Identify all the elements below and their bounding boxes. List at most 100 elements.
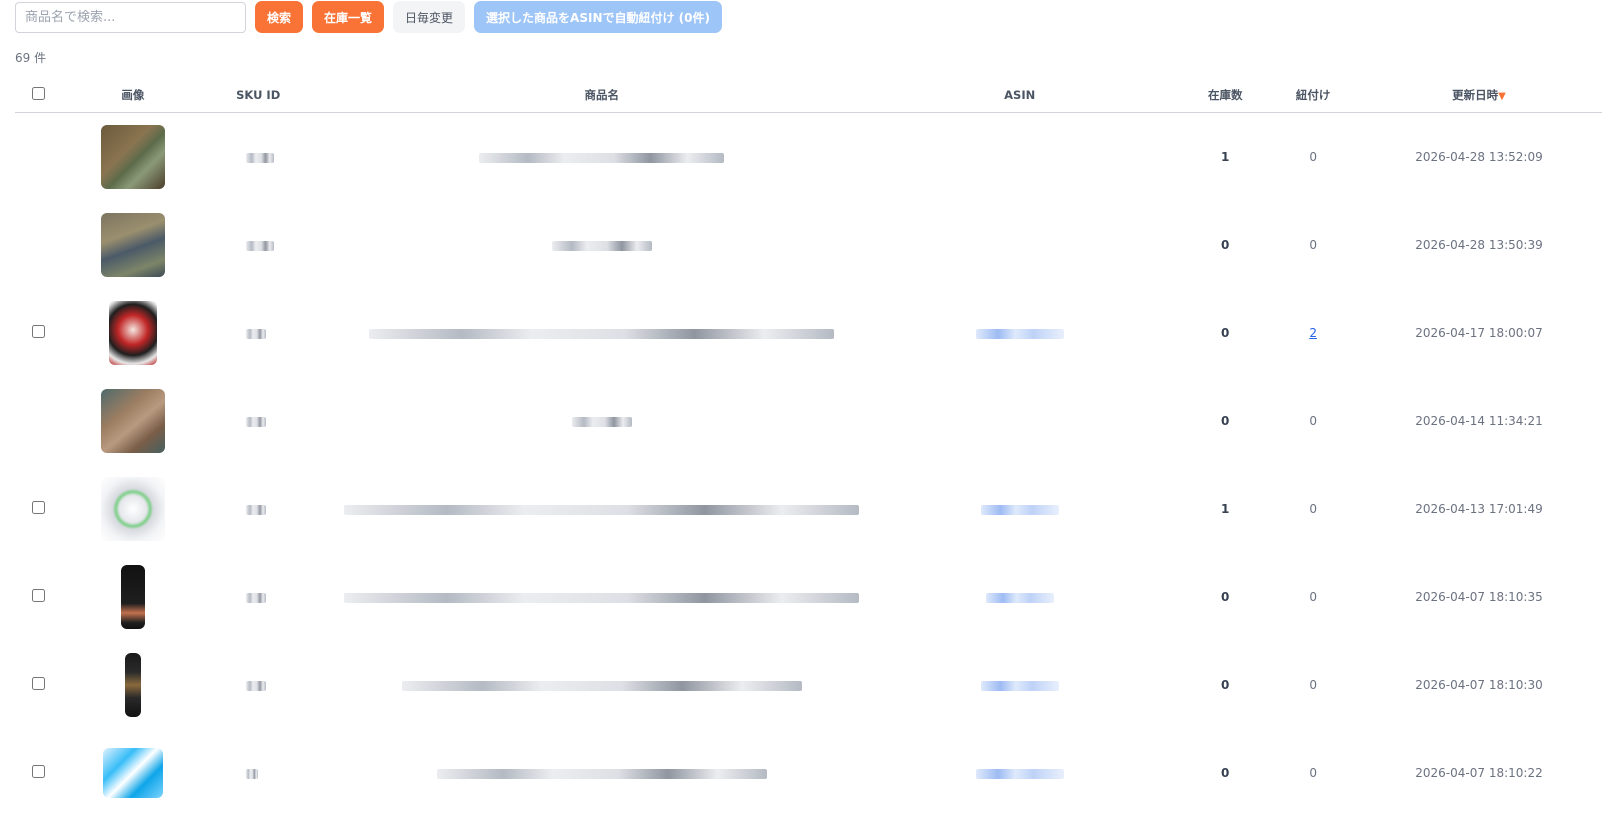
search-button[interactable]: 検索 xyxy=(255,1,304,33)
stock-cell: 0 xyxy=(1221,238,1230,252)
table-row: 0 0 2026-04-07 18:10:35 xyxy=(15,553,1602,641)
asin-cell xyxy=(859,553,1180,641)
sku-cell xyxy=(203,201,344,289)
search-input[interactable] xyxy=(15,1,246,33)
sku-cell xyxy=(203,729,344,817)
row-select-cell xyxy=(15,641,63,729)
product-image xyxy=(124,653,141,717)
name-redacted xyxy=(479,152,725,163)
product-image-cell xyxy=(63,641,203,729)
stock-cell: 1 xyxy=(1221,502,1230,516)
asin-cell xyxy=(859,729,1180,817)
name-redacted xyxy=(344,592,860,603)
stock-cell: 1 xyxy=(1221,150,1230,164)
updated-at-cell: 2026-04-07 18:10:22 xyxy=(1415,766,1543,780)
linked-count-cell: 0 xyxy=(1309,502,1317,516)
asin-redacted xyxy=(975,328,1064,339)
row-checkbox[interactable] xyxy=(32,765,46,778)
auto-link-asin-button[interactable]: 選択した商品をASINで自動紐付け (0件) xyxy=(474,1,722,33)
row-select-cell xyxy=(15,113,63,202)
row-select-cell xyxy=(15,729,63,817)
product-image xyxy=(100,213,165,277)
row-checkbox[interactable] xyxy=(32,589,46,602)
table-header-row: 画像 SKU ID 商品名 ASIN 在庫数 紐付け 更新日時▼ xyxy=(15,77,1602,113)
product-name-cell xyxy=(344,377,859,465)
asin-redacted xyxy=(980,504,1059,515)
sku-redacted xyxy=(246,680,267,691)
table-row: 0 2 2026-04-17 18:00:07 xyxy=(15,289,1602,377)
asin-cell xyxy=(859,201,1180,289)
sku-cell xyxy=(203,113,344,202)
sku-cell xyxy=(203,289,344,377)
daily-change-button[interactable]: 日毎変更 xyxy=(393,1,466,33)
asin-redacted xyxy=(975,768,1064,779)
header-linked: 紐付け xyxy=(1270,77,1356,113)
name-redacted xyxy=(369,328,835,339)
name-redacted xyxy=(436,768,767,779)
sku-redacted xyxy=(246,240,275,251)
sku-cell xyxy=(203,465,344,553)
product-name-cell xyxy=(344,113,859,202)
header-updated[interactable]: 更新日時▼ xyxy=(1355,77,1602,113)
stock-cell: 0 xyxy=(1221,766,1230,780)
sku-redacted xyxy=(246,416,267,427)
linked-count-cell: 0 xyxy=(1309,150,1317,164)
product-image-cell xyxy=(63,201,203,289)
updated-at-cell: 2026-04-17 18:00:07 xyxy=(1415,326,1543,340)
linked-count-cell: 2 xyxy=(1270,289,1356,377)
row-select-cell xyxy=(15,465,63,553)
product-image-cell xyxy=(63,465,203,553)
inventory-table: 画像 SKU ID 商品名 ASIN 在庫数 紐付け 更新日時▼ 1 0 202… xyxy=(15,77,1602,817)
asin-redacted xyxy=(980,680,1059,691)
row-checkbox[interactable] xyxy=(32,677,46,690)
linked-count-cell: 0 xyxy=(1309,238,1317,252)
updated-at-cell: 2026-04-07 18:10:35 xyxy=(1415,590,1543,604)
header-name: 商品名 xyxy=(344,77,860,113)
row-select-cell xyxy=(15,553,63,641)
sku-redacted xyxy=(246,592,267,603)
row-checkbox[interactable] xyxy=(32,501,46,514)
linked-count-link[interactable]: 2 xyxy=(1309,326,1317,340)
product-name-cell xyxy=(344,641,859,729)
product-name-cell xyxy=(344,553,860,641)
header-image: 画像 xyxy=(62,77,204,113)
sku-cell xyxy=(203,377,344,465)
product-image-cell xyxy=(63,289,203,377)
sku-redacted xyxy=(246,328,267,339)
header-asin: ASIN xyxy=(859,77,1181,113)
name-redacted xyxy=(571,416,632,427)
select-all-checkbox[interactable] xyxy=(32,86,46,100)
updated-at-cell: 2026-04-14 11:34:21 xyxy=(1415,414,1543,428)
header-updated-label: 更新日時 xyxy=(1452,87,1499,102)
name-redacted xyxy=(401,680,802,691)
sku-cell xyxy=(203,641,344,729)
product-image-cell xyxy=(63,553,203,641)
result-count: 69 件 xyxy=(15,51,47,65)
name-redacted xyxy=(551,240,652,251)
table-row: 0 0 2026-04-07 18:10:22 xyxy=(15,729,1602,817)
sku-redacted xyxy=(246,768,259,779)
updated-at-cell: 2026-04-28 13:50:39 xyxy=(1415,238,1543,252)
linked-count-cell: 0 xyxy=(1309,766,1317,780)
sku-redacted xyxy=(246,152,275,163)
toolbar: 検索 在庫一覧 日毎変更 選択した商品をASINで自動紐付け (0件) xyxy=(15,1,722,33)
product-image-cell xyxy=(63,113,203,202)
row-select-cell xyxy=(15,289,63,377)
asin-cell xyxy=(859,465,1180,553)
product-image xyxy=(102,748,163,798)
sku-redacted xyxy=(246,504,267,515)
asin-redacted xyxy=(985,592,1054,603)
stock-cell: 0 xyxy=(1221,678,1230,692)
row-checkbox[interactable] xyxy=(32,325,46,338)
updated-at-cell: 2026-04-28 13:52:09 xyxy=(1415,150,1543,164)
product-image xyxy=(100,477,165,541)
product-name-cell xyxy=(344,201,859,289)
table-row: 0 0 2026-04-07 18:10:30 xyxy=(15,641,1602,729)
name-redacted xyxy=(344,504,860,515)
sort-desc-icon: ▼ xyxy=(1498,90,1506,102)
product-name-cell xyxy=(344,289,859,377)
table-row: 1 0 2026-04-13 17:01:49 xyxy=(15,465,1602,553)
inventory-list-button[interactable]: 在庫一覧 xyxy=(312,1,385,33)
sku-cell xyxy=(203,553,344,641)
product-name-cell xyxy=(344,465,860,553)
